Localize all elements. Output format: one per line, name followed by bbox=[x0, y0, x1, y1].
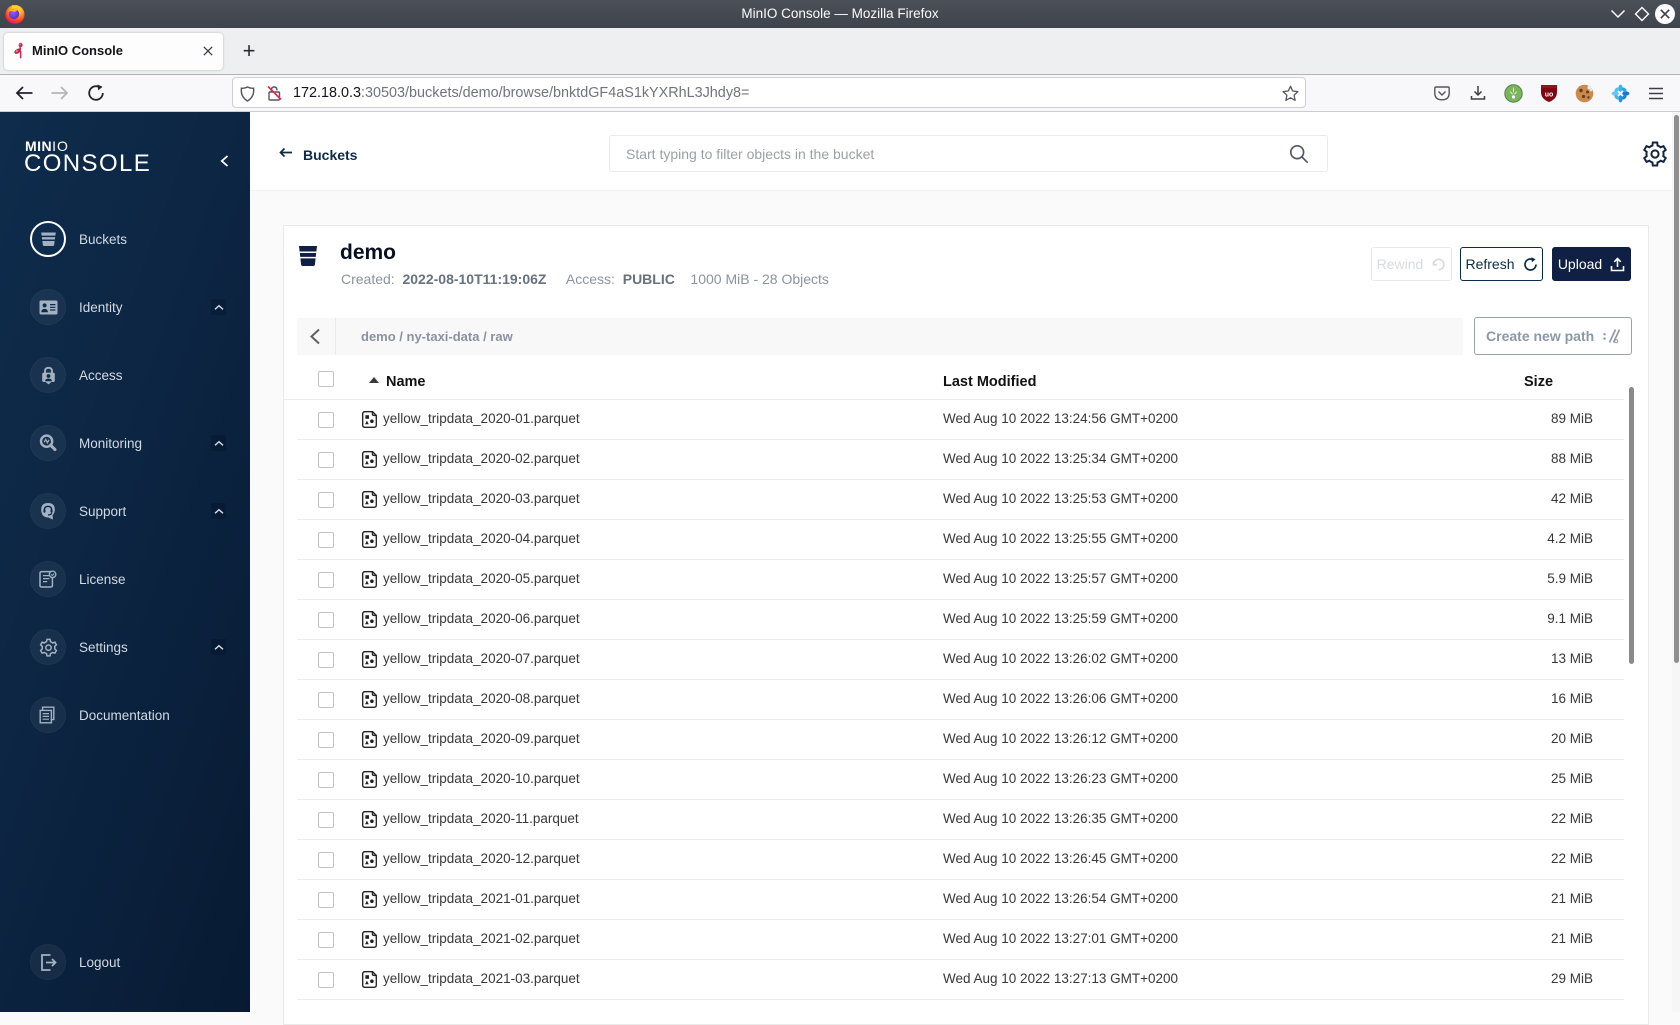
svg-text:uo: uo bbox=[1545, 92, 1554, 99]
